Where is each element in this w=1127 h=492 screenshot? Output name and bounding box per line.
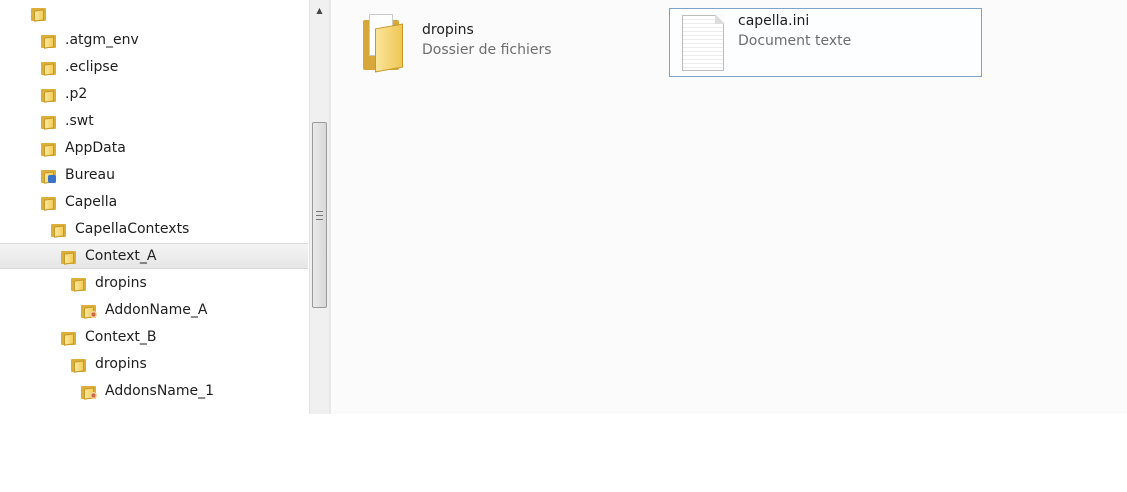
tree-item-label: Capella bbox=[65, 194, 118, 210]
tree-item-label: CapellaContexts bbox=[75, 221, 190, 237]
tree-item[interactable]: Capella bbox=[0, 189, 308, 215]
addon-folder-icon bbox=[80, 302, 97, 319]
folder-icon bbox=[40, 32, 57, 49]
tree-item-label: dropins bbox=[95, 275, 147, 291]
tree-item[interactable]: .atgm_env bbox=[0, 27, 308, 53]
content-item-capella-ini[interactable]: capella.ini Document texte bbox=[669, 8, 982, 77]
folder-icon bbox=[40, 194, 57, 211]
folder-icon bbox=[40, 140, 57, 157]
tree-item-label: AppData bbox=[65, 140, 126, 156]
tree-item-label: dropins bbox=[95, 356, 147, 372]
tree-item-label: Bureau bbox=[65, 167, 115, 183]
tree-item[interactable]: AddonName_A bbox=[0, 297, 308, 323]
scroll-up-arrow-icon[interactable]: ▲ bbox=[312, 2, 327, 18]
tree-item[interactable]: AddonsName_1 bbox=[0, 378, 308, 404]
folder-icon bbox=[40, 59, 57, 76]
folder-icon bbox=[50, 221, 67, 238]
tree-item-user-home[interactable] bbox=[0, 0, 308, 26]
tree-item[interactable]: CapellaContexts bbox=[0, 216, 308, 242]
tree-item[interactable]: Context_A bbox=[0, 243, 308, 269]
text-document-icon bbox=[682, 14, 725, 71]
tree-item[interactable]: .eclipse bbox=[0, 54, 308, 80]
tree-item-label: AddonsName_1 bbox=[105, 383, 215, 399]
item-type: Dossier de fichiers bbox=[422, 42, 552, 58]
scrollbar-thumb[interactable] bbox=[312, 122, 327, 308]
folder-icon bbox=[40, 113, 57, 130]
folder-icon bbox=[359, 10, 407, 73]
tree-item[interactable]: Bureau bbox=[0, 162, 308, 188]
tree-item[interactable]: dropins bbox=[0, 351, 308, 377]
user-folder-icon bbox=[30, 5, 47, 22]
folder-icon bbox=[70, 356, 87, 373]
desktop-folder-icon bbox=[40, 167, 57, 184]
folder-icon bbox=[70, 275, 87, 292]
folder-icon bbox=[60, 329, 77, 346]
tree-item[interactable]: .swt bbox=[0, 108, 308, 134]
content-pane: dropins Dossier de fichiers capella.ini … bbox=[331, 0, 1127, 414]
tree-item[interactable]: AppData bbox=[0, 135, 308, 161]
content-item-dropins[interactable]: dropins Dossier de fichiers bbox=[359, 10, 619, 74]
tree-item-label: .p2 bbox=[65, 86, 88, 102]
navigation-scrollbar[interactable]: ▲ bbox=[309, 0, 329, 414]
explorer-window: .atgm_env .eclipse .p2 .swt AppData Bureau Cap… bbox=[0, 0, 1127, 414]
tree-item-label: .swt bbox=[65, 113, 94, 129]
tree-item[interactable]: dropins bbox=[0, 270, 308, 296]
item-type: Document texte bbox=[738, 33, 852, 49]
folder-icon bbox=[60, 248, 77, 265]
addon-folder-icon bbox=[80, 383, 97, 400]
tree-item[interactable]: .p2 bbox=[0, 81, 308, 107]
tree-item-label: .atgm_env bbox=[65, 32, 139, 48]
folder-icon bbox=[40, 86, 57, 103]
tree-item-label: Context_A bbox=[85, 248, 157, 264]
navigation-pane: .atgm_env .eclipse .p2 .swt AppData Bureau Cap… bbox=[0, 0, 310, 414]
tree-item[interactable]: Context_B bbox=[0, 324, 308, 350]
tree-item-label: Context_B bbox=[85, 329, 157, 345]
tree-item-label: .eclipse bbox=[65, 59, 119, 75]
item-name: dropins bbox=[422, 22, 474, 38]
grip-icon bbox=[316, 211, 323, 220]
item-name: capella.ini bbox=[738, 13, 810, 29]
tree-item-label: AddonName_A bbox=[105, 302, 208, 318]
